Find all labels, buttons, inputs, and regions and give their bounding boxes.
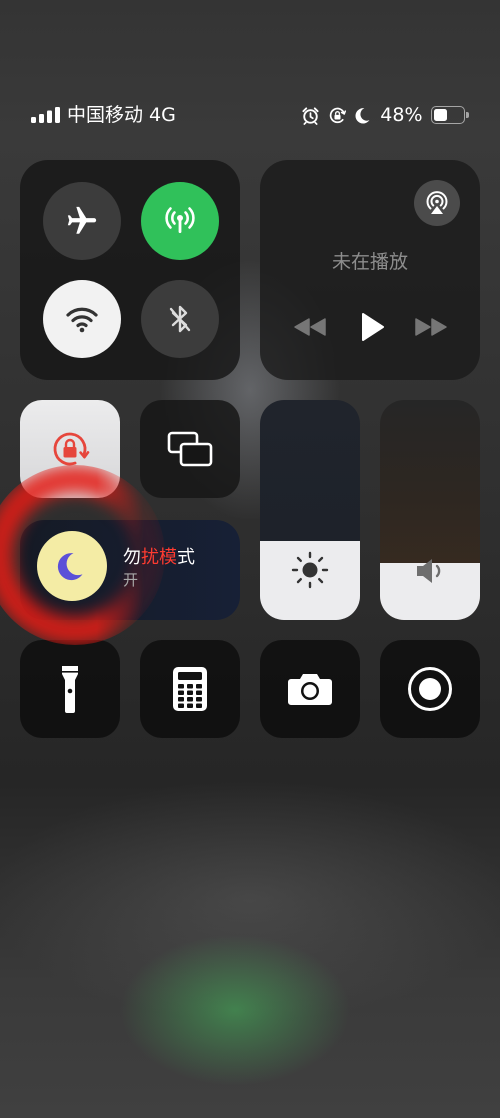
carrier-name: 中国移动: [67, 104, 144, 126]
dnd-button[interactable]: [37, 531, 107, 601]
play-button[interactable]: [359, 311, 386, 343]
now-playing-status: 未在播放: [331, 251, 408, 273]
screen-mirroring-icon: [167, 431, 213, 467]
dnd-moon-icon: [57, 553, 83, 581]
carrier-group: 中国移动 4G: [31, 103, 176, 127]
calculator-icon: [173, 667, 207, 711]
flashlight-button[interactable]: [20, 640, 120, 738]
antenna-icon: [165, 207, 195, 233]
wifi-button[interactable]: [43, 280, 121, 358]
airplane-icon: [67, 206, 97, 234]
screen-record-icon: [408, 667, 452, 711]
orientation-lock-status-icon: [330, 107, 347, 123]
connectivity-module: [20, 160, 240, 380]
bluetooth-button[interactable]: [141, 280, 219, 358]
play-icon: [362, 313, 384, 341]
airplay-audio-icon: [426, 191, 448, 214]
camera-icon: [288, 674, 332, 705]
previous-track-button[interactable]: [292, 317, 328, 337]
battery-body: [430, 106, 465, 124]
moon-icon: [355, 107, 370, 123]
airplay-button[interactable]: [414, 180, 460, 226]
speaker-icon: [417, 559, 441, 583]
network-type: 4G: [149, 104, 176, 126]
volume-slider[interactable]: [380, 400, 480, 620]
battery-level-fill: [433, 109, 447, 121]
fast-forward-icon: [415, 318, 447, 336]
cellular-signal-icon: [31, 107, 60, 123]
status-bar: 中国移动 4G 48%: [0, 0, 500, 150]
rewind-icon: [294, 318, 326, 336]
dnd-title: 勿扰模式: [123, 547, 195, 568]
battery-nub: [466, 112, 469, 118]
airplane-mode-button[interactable]: [43, 182, 121, 260]
flashlight-icon: [62, 666, 78, 713]
bluetooth-off-icon: [169, 305, 191, 333]
screen-record-button[interactable]: [380, 640, 480, 738]
battery-percentage: 48%: [380, 104, 423, 126]
dnd-state: 开: [123, 571, 139, 589]
alarm-icon: [302, 106, 319, 125]
calculator-button[interactable]: [140, 640, 240, 738]
battery-icon: [430, 106, 469, 124]
cellular-data-button[interactable]: [141, 182, 219, 260]
next-track-button[interactable]: [413, 317, 449, 337]
wifi-icon: [66, 307, 98, 333]
now-playing-module: 未在播放: [260, 160, 480, 380]
status-icons-group: 48%: [301, 103, 469, 127]
brightness-slider[interactable]: [260, 400, 360, 620]
screen-mirroring-button[interactable]: [140, 400, 240, 498]
camera-button[interactable]: [260, 640, 360, 738]
sun-icon: [291, 551, 329, 589]
